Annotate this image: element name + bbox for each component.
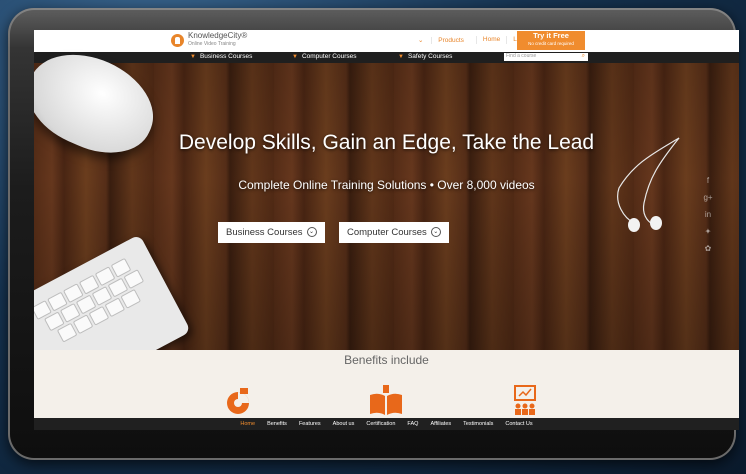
hero-title: Develop Skills, Gain an Edge, Take the L…	[178, 131, 595, 154]
footer-link-certification[interactable]: Certification	[366, 421, 395, 427]
chevron-down-icon: ⌄	[418, 37, 426, 44]
hero-subtitle: Complete Online Training Solutions • Ove…	[238, 178, 535, 192]
home-link[interactable]: Home	[475, 36, 506, 44]
footer-link-affiliates[interactable]: Affiliates	[430, 421, 451, 427]
chart-icon	[227, 388, 249, 414]
try-free-label: Try it Free	[533, 31, 569, 40]
business-courses-button[interactable]: Business Courses ⌄	[218, 222, 325, 243]
products-label: Products	[431, 37, 470, 44]
footer-link-about[interactable]: About us	[333, 421, 355, 427]
benefits-title: Benefits include	[344, 353, 429, 367]
chevron-circle-icon: ⌄	[306, 227, 317, 238]
try-free-sublabel: No credit card required	[528, 41, 574, 46]
presentation-icon	[514, 385, 536, 415]
hero-banner: Develop Skills, Gain an Edge, Take the L…	[34, 36, 739, 402]
try-free-button[interactable]: Try it Free No credit card required	[517, 31, 585, 50]
category-safety[interactable]: ▼ Safety Courses	[398, 53, 452, 60]
website-screen: KnowledgeCity® Online Video Training ⌄ P…	[34, 30, 739, 430]
benefits-section: Benefits include	[34, 350, 739, 418]
facebook-icon[interactable]: f	[703, 176, 713, 185]
computer-courses-label: Computer Courses	[347, 227, 427, 238]
products-link[interactable]: ⌄ Products	[406, 36, 476, 44]
category-label: Computer Courses	[301, 53, 357, 60]
category-business[interactable]: ▼ Business Courses	[190, 53, 252, 60]
footer-link-contact[interactable]: Contact Us	[505, 421, 532, 427]
chevron-down-icon: ▼	[190, 54, 196, 60]
chevron-down-icon: ▼	[398, 54, 404, 60]
social-links: f g+ in ✦ ✿	[703, 176, 713, 253]
footer-link-benefits[interactable]: Benefits	[267, 421, 287, 427]
category-label: Business Courses	[199, 53, 253, 60]
logo-tagline: Online Video Training	[188, 41, 236, 47]
site-logo[interactable]: KnowledgeCity® Online Video Training	[171, 32, 247, 48]
book-icon	[370, 385, 402, 415]
google-plus-icon[interactable]: g+	[703, 193, 713, 202]
logo-name: KnowledgeCity®	[188, 31, 248, 40]
search-icon[interactable]: ⌕	[582, 53, 585, 60]
linkedin-icon[interactable]: in	[703, 210, 713, 219]
footer-link-features[interactable]: Features	[299, 421, 321, 427]
search-placeholder: Find a course	[506, 53, 537, 59]
business-courses-label: Business Courses	[226, 227, 303, 238]
site-header: KnowledgeCity® Online Video Training ⌄ P…	[34, 30, 739, 52]
footer-link-testimonials[interactable]: Testimonials	[463, 421, 493, 427]
computer-courses-button[interactable]: Computer Courses ⌄	[339, 222, 449, 243]
chevron-circle-icon: ⌄	[430, 227, 441, 238]
search-input[interactable]: Find a course ⌕	[504, 53, 588, 61]
footer-nav: Home Benefits Features About us Certific…	[34, 418, 739, 430]
footer-link-faq[interactable]: FAQ	[407, 421, 418, 427]
category-computer[interactable]: ▼ Computer Courses	[292, 53, 357, 60]
chevron-down-icon: ▼	[292, 54, 298, 60]
twitter-icon[interactable]: ✦	[703, 227, 713, 236]
other-social-icon[interactable]: ✿	[703, 244, 713, 253]
logo-icon	[171, 33, 184, 47]
footer-link-home[interactable]: Home	[240, 421, 255, 427]
category-label: Safety Courses	[407, 53, 453, 60]
category-bar: ▼ Business Courses ▼ Computer Courses ▼ Saf…	[34, 52, 739, 63]
